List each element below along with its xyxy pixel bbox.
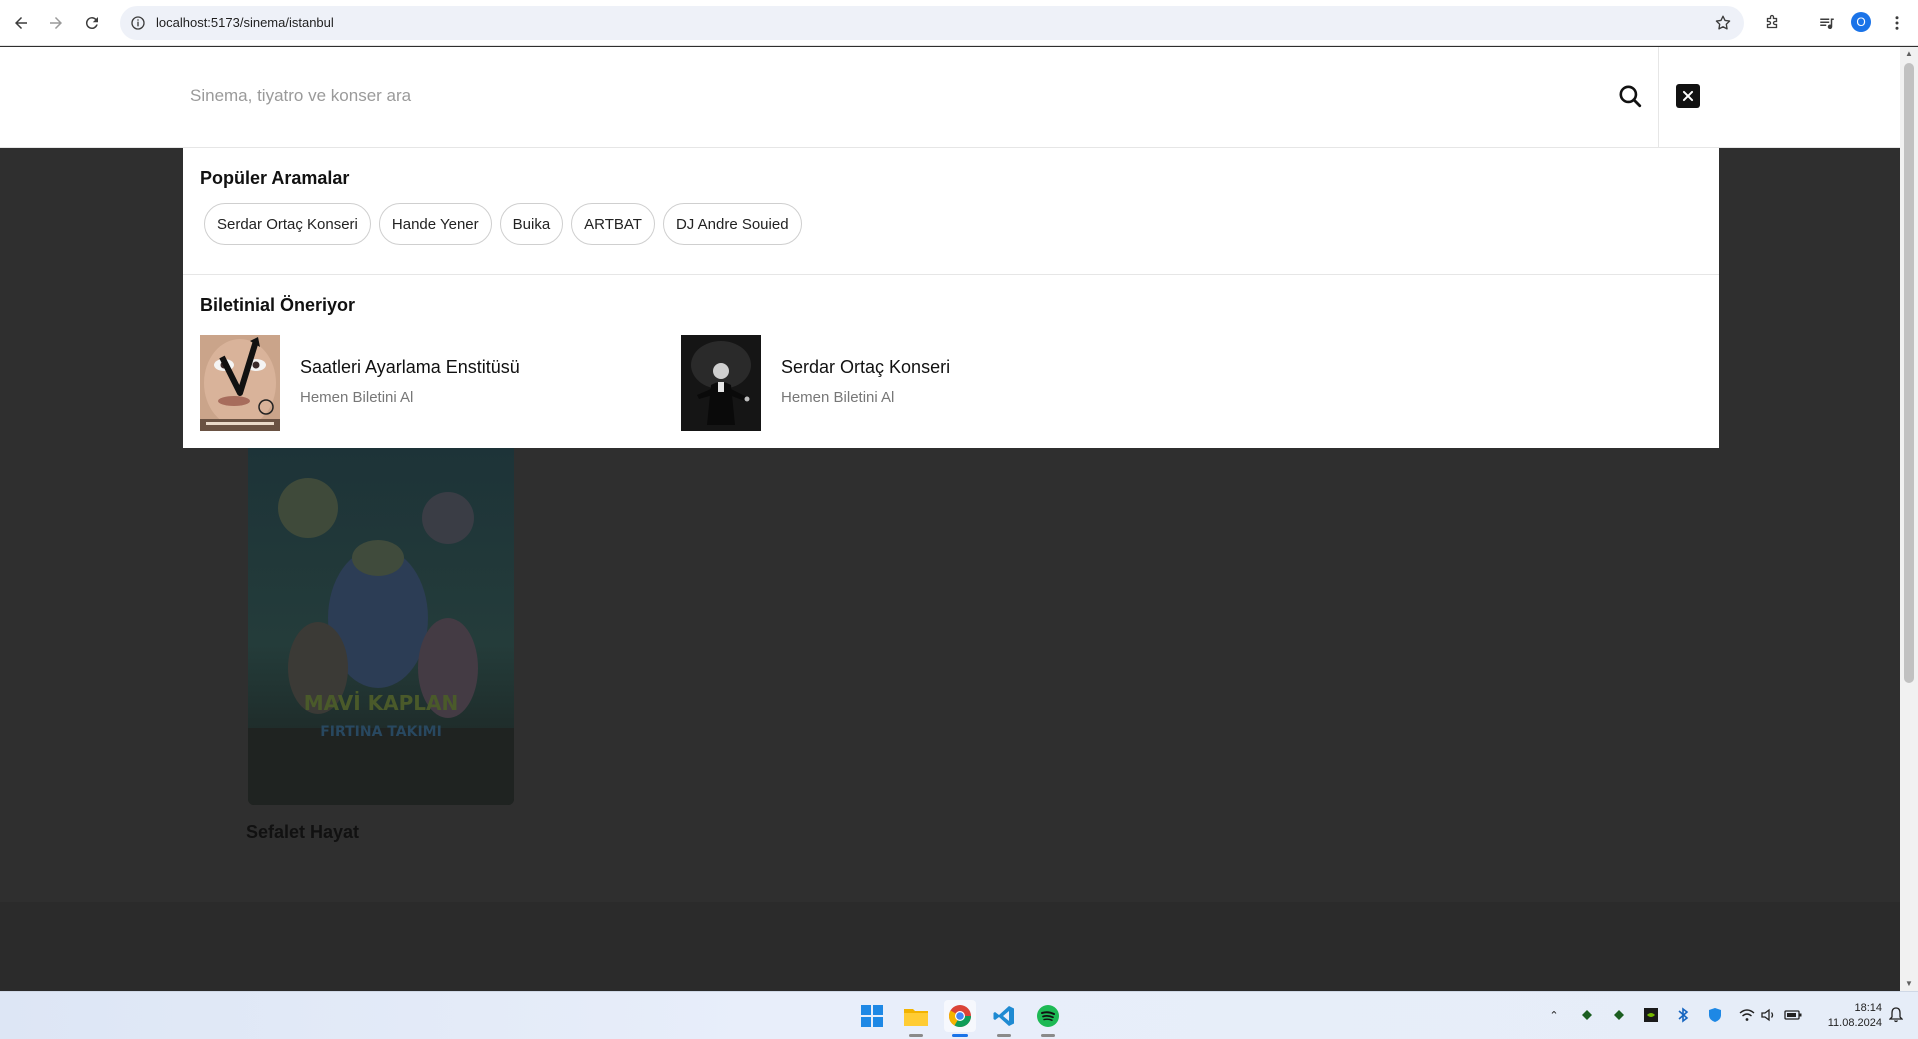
security-shield-icon[interactable] (1706, 1006, 1724, 1024)
recommendation-title[interactable]: Serdar Ortaç Konseri (781, 357, 950, 378)
running-indicator (909, 1034, 923, 1037)
chrome-icon (949, 1005, 971, 1027)
recommendation-thumbnail (681, 335, 761, 431)
section-divider (183, 274, 1719, 275)
scroll-down-arrow-icon[interactable]: ▼ (1904, 979, 1914, 989)
taskbar-file-explorer[interactable] (900, 1000, 932, 1037)
page-scrollbar[interactable]: ▲ ▼ (1900, 47, 1918, 991)
system-clock[interactable]: 18:14 11.08.2024 (1810, 1001, 1882, 1031)
close-search-button[interactable] (1676, 84, 1700, 108)
more-vertical-icon (1895, 16, 1899, 30)
clock-time: 18:14 (1854, 1002, 1882, 1014)
recommendation-item[interactable]: Saatleri Ayarlama Enstitüsü Hemen Bileti… (200, 335, 640, 431)
arrow-right-icon (50, 17, 62, 29)
taskbar-chrome[interactable] (944, 1000, 976, 1037)
header-divider (1658, 47, 1659, 148)
start-button[interactable] (856, 1000, 888, 1032)
forward-button[interactable] (42, 9, 70, 37)
popular-searches-list: Serdar Ortaç Konseri Hande Yener Buika A… (204, 203, 802, 245)
running-indicator (952, 1034, 968, 1037)
popular-chip[interactable]: Buika (499, 203, 564, 245)
reload-icon (85, 17, 98, 30)
recommendation-title[interactable]: Saatleri Ayarlama Enstitüsü (300, 357, 520, 378)
tray-overflow-chevron-icon[interactable]: ⌃ (1545, 1006, 1563, 1024)
notification-bell-icon[interactable] (1887, 1006, 1905, 1024)
search-input[interactable] (190, 77, 1590, 115)
queue-music-icon (1820, 18, 1834, 30)
movie-poster[interactable]: MAVİ KAPLAN FIRTINA TAKIMI (248, 448, 514, 805)
volume-icon[interactable] (1760, 1006, 1778, 1024)
poster-title: MAVİ KAPLAN (304, 691, 459, 715)
browser-menu-button[interactable] (1886, 12, 1908, 34)
running-indicator (1041, 1034, 1055, 1037)
windows-logo-icon (861, 1005, 883, 1027)
tray-app-icon[interactable] (1578, 1006, 1596, 1024)
battery-icon[interactable] (1784, 1006, 1802, 1024)
browser-toolbar: localhost:5173/sinema/istanbul O (0, 0, 1918, 46)
running-indicator (997, 1034, 1011, 1037)
poster-subtitle: FIRTINA TAKIMI (320, 724, 442, 740)
media-controls-button[interactable] (1816, 12, 1838, 34)
footer-band (0, 902, 1900, 991)
bookmark-star-icon[interactable] (1714, 14, 1732, 32)
search-dropdown: Popüler Aramalar Serdar Ortaç Konseri Ha… (183, 148, 1719, 448)
recommendations-title: Biletinial Öneriyor (200, 295, 356, 315)
clock-date: 11.08.2024 (1827, 1017, 1882, 1029)
scroll-thumb[interactable] (1904, 63, 1914, 683)
popular-chip[interactable]: Hande Yener (378, 203, 492, 245)
recommendation-item[interactable]: Serdar Ortaç Konseri Hemen Biletini Al (681, 335, 1121, 431)
url-text[interactable]: localhost:5173/sinema/istanbul (156, 15, 334, 30)
poster-image: MAVİ KAPLAN FIRTINA TAKIMI (248, 448, 514, 805)
folder-icon (904, 1009, 928, 1026)
search-icon[interactable] (1617, 83, 1643, 109)
recommendation-thumbnail (200, 335, 280, 431)
recommendation-subtitle[interactable]: Hemen Biletini Al (300, 389, 413, 406)
profile-avatar[interactable]: O (1851, 12, 1871, 32)
close-icon (1682, 90, 1694, 102)
movie-title[interactable]: Sefalet Hayat (246, 822, 359, 843)
popular-searches-title: Popüler Aramalar (200, 168, 350, 188)
popular-chip[interactable]: Serdar Ortaç Konseri (204, 203, 371, 245)
arrow-left-icon (15, 17, 27, 29)
taskbar-spotify[interactable] (1032, 1000, 1064, 1037)
scroll-up-arrow-icon[interactable]: ▲ (1904, 49, 1914, 59)
spotify-icon (1037, 1005, 1059, 1027)
os-taskbar: ⌃ 18:14 11.08.2024 (0, 991, 1918, 1039)
popular-chip[interactable]: DJ Andre Souied (662, 203, 802, 245)
site-info-icon[interactable] (130, 15, 146, 31)
back-button[interactable] (7, 9, 35, 37)
taskbar-vscode[interactable] (988, 1000, 1020, 1037)
extensions-button[interactable] (1761, 12, 1783, 34)
wifi-icon[interactable] (1738, 1006, 1756, 1024)
puzzle-icon (1766, 14, 1778, 29)
nvidia-icon[interactable] (1642, 1006, 1660, 1024)
reload-button[interactable] (78, 9, 106, 37)
address-bar[interactable]: localhost:5173/sinema/istanbul (120, 6, 1744, 40)
tray-app-icon[interactable] (1610, 1006, 1628, 1024)
recommendation-subtitle[interactable]: Hemen Biletini Al (781, 389, 894, 406)
vscode-icon (993, 1006, 1014, 1026)
bluetooth-icon[interactable] (1674, 1006, 1692, 1024)
search-header (0, 47, 1900, 148)
popular-chip[interactable]: ARTBAT (571, 203, 655, 245)
